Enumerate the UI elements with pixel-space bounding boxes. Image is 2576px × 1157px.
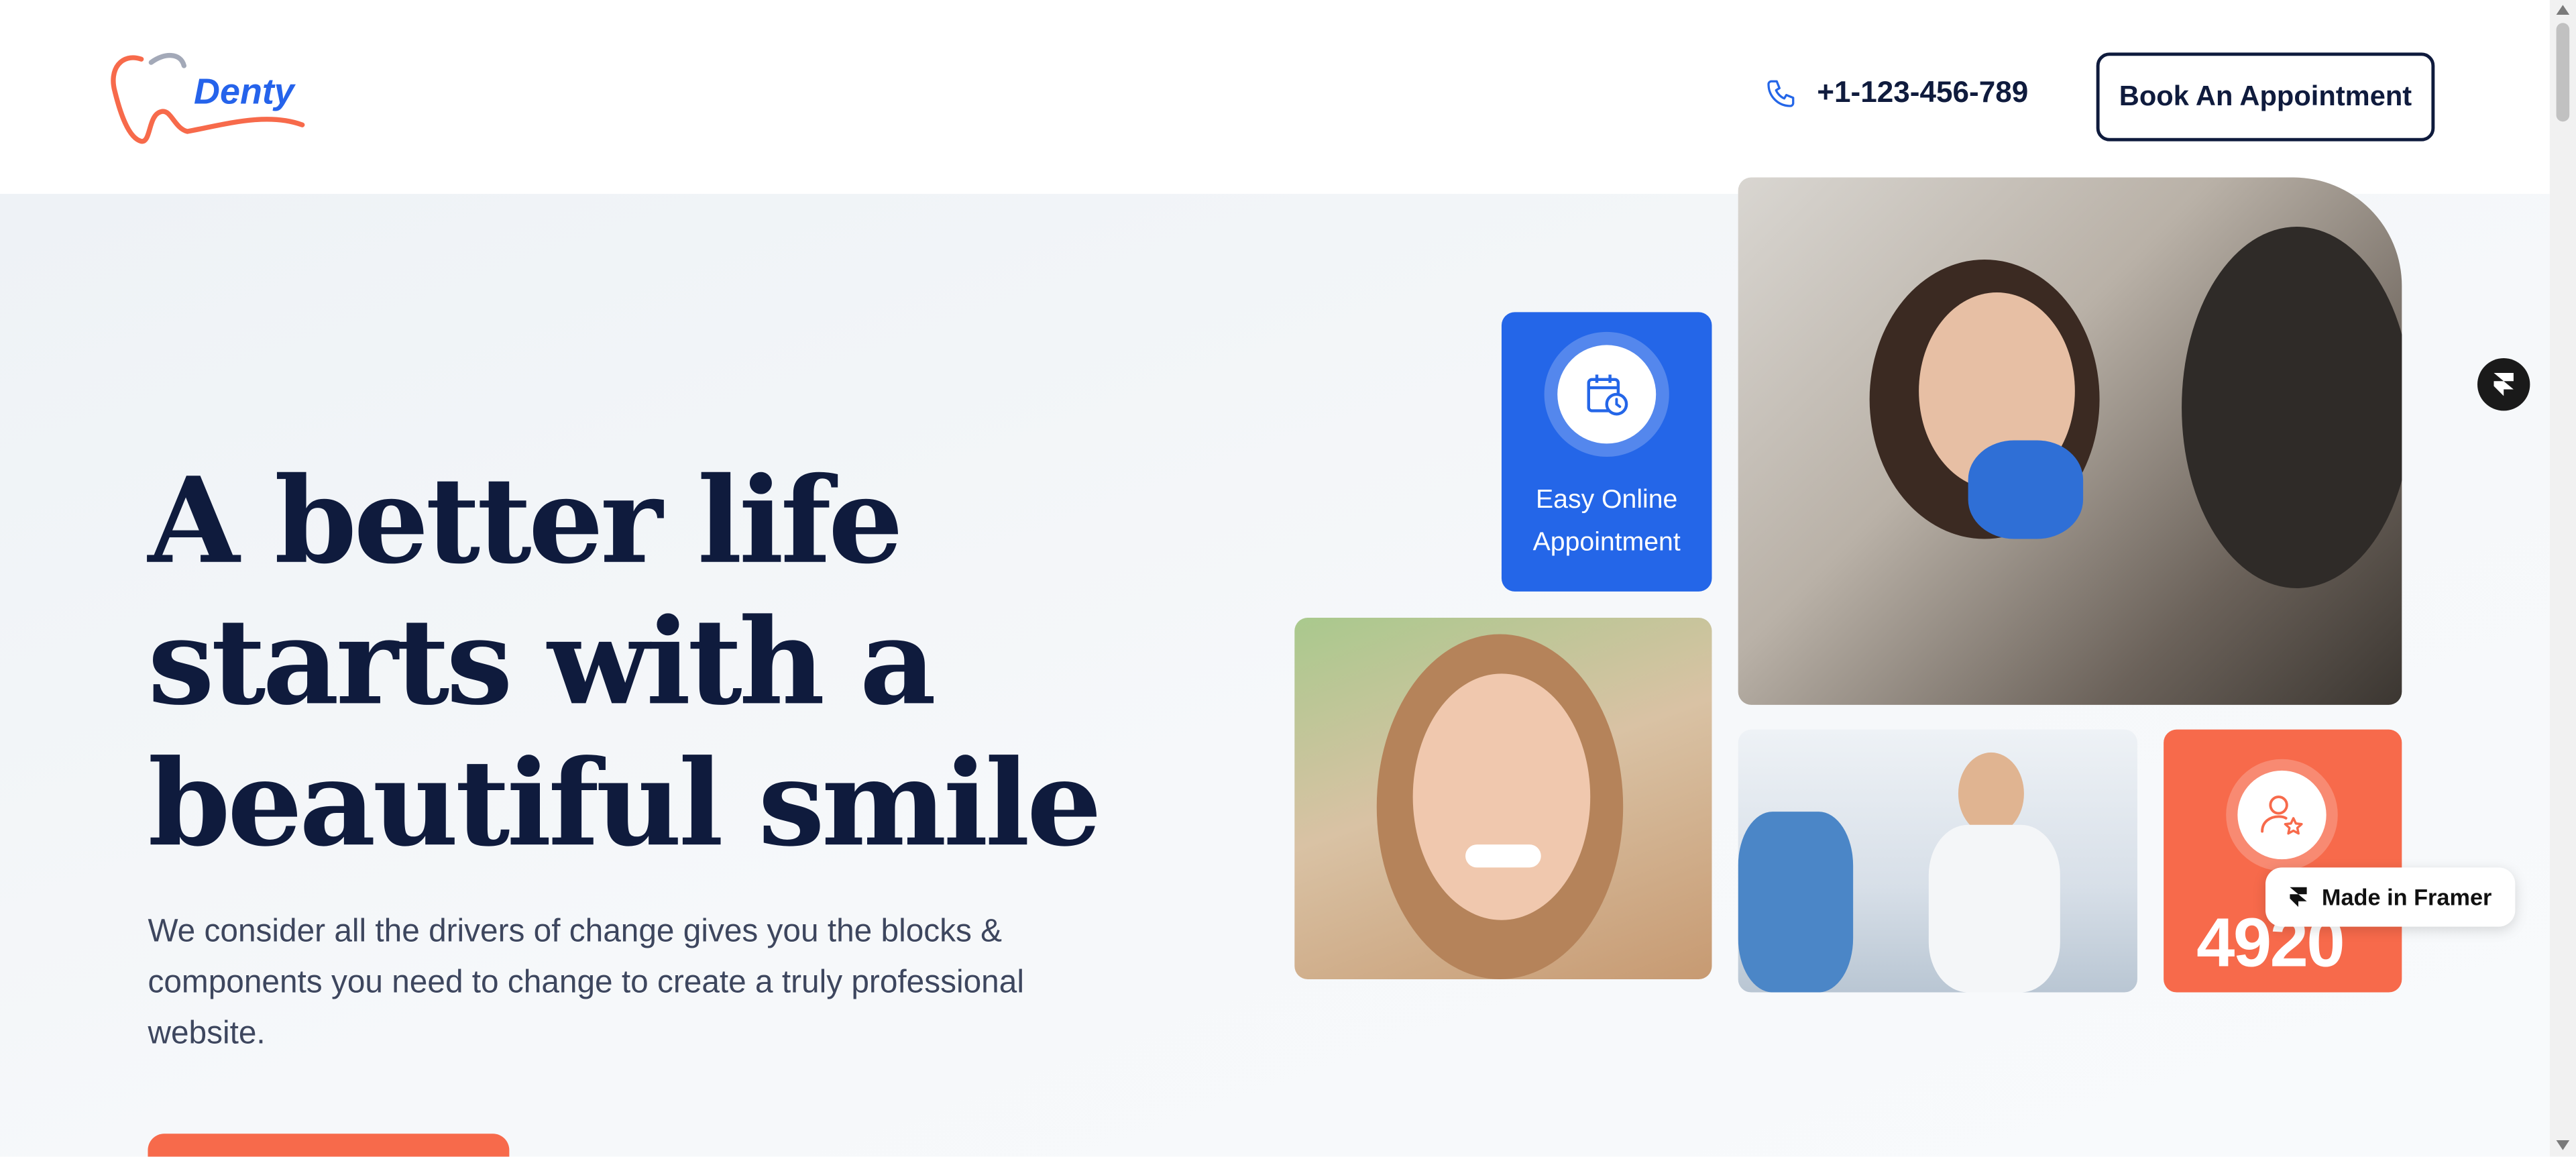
- phone-number: +1-123-456-789: [1817, 75, 2029, 109]
- made-in-framer-label: Made in Framer: [2321, 883, 2492, 911]
- dentist-photo: [1738, 729, 2137, 993]
- appointment-label-line1: Easy Online: [1536, 486, 1678, 514]
- smiling-woman-photo: [1294, 618, 1712, 979]
- dental-checkup-photo: [1738, 177, 2402, 705]
- scroll-thumb[interactable]: [2556, 23, 2570, 122]
- framer-icon: [2494, 373, 2514, 396]
- scroll-down-arrow-icon[interactable]: [2556, 1140, 2570, 1150]
- hero-cta-button[interactable]: [148, 1134, 510, 1157]
- logo[interactable]: Denty: [109, 49, 313, 148]
- logo-text: Denty: [194, 70, 294, 112]
- patients-stat-card: 4920: [2164, 729, 2402, 993]
- site-header: Denty +1-123-456-789 Book An Appointment: [0, 0, 2550, 195]
- calendar-clock-icon: [1587, 374, 1628, 416]
- hero-title: A better life starts with a beautiful sm…: [148, 450, 1102, 873]
- book-appointment-button[interactable]: Book An Appointment: [2096, 52, 2435, 142]
- scroll-up-arrow-icon[interactable]: [2556, 5, 2570, 15]
- phone-icon: [1767, 79, 1795, 107]
- vertical-scrollbar[interactable]: [2549, 0, 2576, 1157]
- framer-badge[interactable]: [2477, 358, 2530, 411]
- appointment-label-line2: Appointment: [1532, 529, 1681, 557]
- hero-description: We consider all the drivers of change gi…: [148, 913, 1024, 1052]
- phone-contact[interactable]: +1-123-456-789: [1765, 76, 2028, 110]
- easy-appointment-card: Easy Online Appointment: [1501, 312, 1712, 592]
- user-star-icon: [2261, 795, 2303, 835]
- framer-logo-icon: [2290, 887, 2308, 907]
- made-in-framer-badge[interactable]: Made in Framer: [2265, 867, 2516, 927]
